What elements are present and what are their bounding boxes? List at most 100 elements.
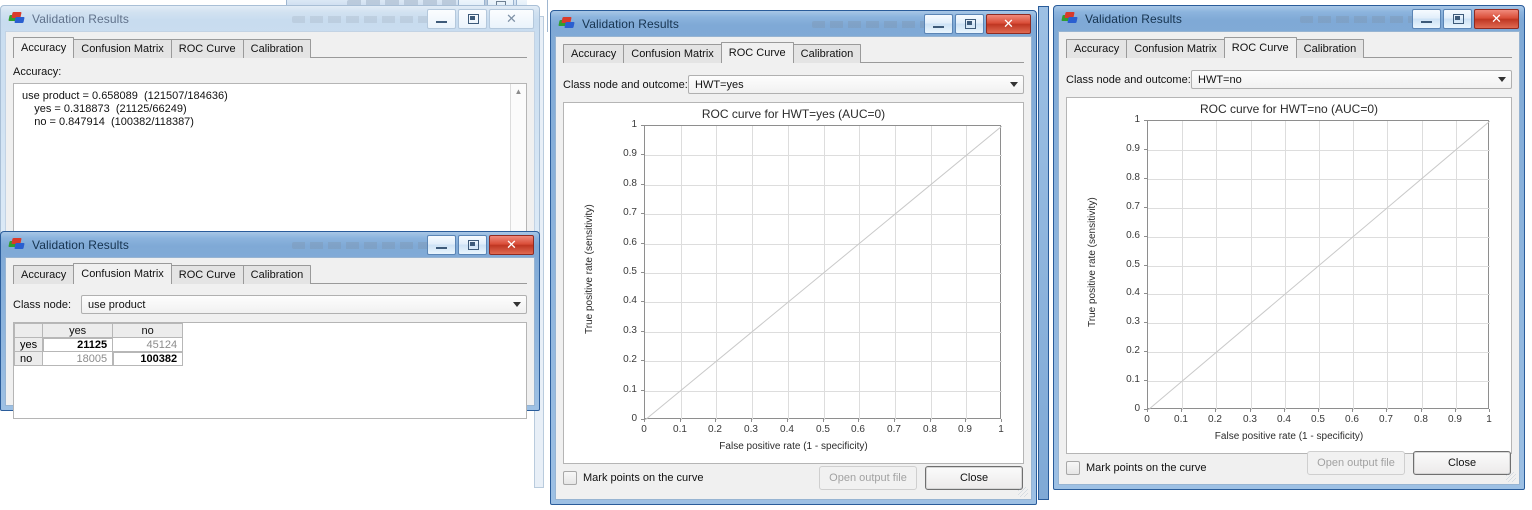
app-logo-icon [8, 12, 25, 26]
window-controls[interactable]: ✕ [427, 9, 534, 29]
tab-roc-curve[interactable]: ROC Curve [1223, 37, 1297, 59]
button-bar-roc-yes[interactable]: Open output file Close [819, 466, 1023, 490]
scroll-up-icon[interactable]: ▲ [511, 84, 526, 99]
titlebar-roc-no-window[interactable]: Validation Results ✕ [1055, 7, 1523, 31]
x-axis-label: False positive rate (1 - specificity) [719, 441, 868, 452]
tab-calibration[interactable]: Calibration [1295, 39, 1365, 58]
chart-plot-area [644, 125, 1002, 420]
maximize-button[interactable] [458, 9, 487, 29]
class-node-outcome-value: HWT=no [1198, 73, 1242, 86]
chevron-down-icon[interactable] [1498, 77, 1506, 82]
resize-grip[interactable] [1018, 487, 1028, 497]
y-tick-mark [641, 390, 644, 391]
y-tick-mark [641, 331, 644, 332]
class-node-outcome-row: Class node and outcome: HWT=yes [563, 75, 1024, 94]
tab-calibration[interactable]: Calibration [242, 265, 312, 284]
window-controls[interactable]: ✕ [924, 14, 1031, 34]
x-tick-mark [1215, 409, 1216, 412]
y-tick-label: 0.3 [623, 325, 637, 336]
maximize-button[interactable] [1443, 9, 1472, 29]
app-logo-icon [558, 17, 575, 31]
maximize-button[interactable] [955, 14, 984, 34]
class-node-outcome-dropdown[interactable]: HWT=no [1191, 70, 1512, 89]
tab-accuracy[interactable]: Accuracy [13, 265, 75, 284]
maximize-button[interactable] [458, 235, 487, 255]
close-button-roc-yes[interactable]: Close [925, 466, 1023, 490]
x-tick-label: 0.1 [673, 424, 687, 435]
tab-confusion-matrix[interactable]: Confusion Matrix [1126, 39, 1225, 58]
x-tick-mark [965, 419, 966, 422]
titlebar-roc-yes-window[interactable]: Validation Results ✕ [552, 12, 1035, 36]
panel-accuracy: Accuracy: use product = 0.658089 (121507… [13, 58, 527, 240]
y-tick-label: 1 [631, 119, 637, 130]
tab-calibration[interactable]: Calibration [242, 39, 312, 58]
window-validation-results-roc-yes[interactable]: Validation Results ✕ Accuracy Confusion … [550, 10, 1037, 505]
close-icon: ✕ [506, 237, 517, 252]
tabbar-accuracy-window[interactable]: Accuracy Confusion Matrix ROC Curve Cali… [13, 37, 527, 59]
cell-no-no: 100382 [113, 352, 184, 366]
tab-accuracy[interactable]: Accuracy [13, 37, 75, 59]
minimize-button[interactable] [1412, 9, 1441, 29]
window-validation-results-accuracy[interactable]: Validation Results ✕ Accuracy Confusion … [0, 5, 540, 240]
titlebar-confusion-window[interactable]: Validation Results ✕ [2, 233, 538, 257]
class-node-outcome-dropdown[interactable]: HWT=yes [688, 75, 1024, 94]
table-header-row: yes no [14, 323, 184, 338]
accuracy-scrollbar[interactable]: ▲ [510, 84, 526, 239]
x-tick-label: 0.6 [851, 424, 865, 435]
window-controls[interactable]: ✕ [1412, 9, 1519, 29]
y-tick-mark [641, 154, 644, 155]
resize-grip[interactable] [1506, 472, 1516, 482]
close-button[interactable]: ✕ [1474, 9, 1519, 29]
y-tick-label: 0.9 [623, 148, 637, 159]
tab-roc-curve[interactable]: ROC Curve [170, 265, 244, 284]
x-tick-mark [1284, 409, 1285, 412]
close-button-roc-no[interactable]: Close [1413, 451, 1511, 475]
y-tick-mark [641, 184, 644, 185]
tab-accuracy[interactable]: Accuracy [563, 44, 625, 63]
window-controls[interactable]: ✕ [427, 235, 534, 255]
mark-points-checkbox[interactable] [563, 471, 577, 485]
close-button[interactable]: ✕ [489, 9, 534, 29]
tabbar-confusion-window[interactable]: Accuracy Confusion Matrix ROC Curve Cali… [13, 263, 527, 285]
open-output-file-button[interactable]: Open output file [1307, 451, 1405, 475]
tab-confusion-matrix[interactable]: Confusion Matrix [73, 263, 172, 285]
x-tick-mark [894, 419, 895, 422]
y-tick-label: 0.7 [623, 207, 637, 218]
close-button[interactable]: ✕ [986, 14, 1031, 34]
tabbar-roc-yes-window[interactable]: Accuracy Confusion Matrix ROC Curve Cali… [563, 42, 1024, 64]
minimize-button[interactable] [924, 14, 953, 34]
y-tick-mark [1144, 207, 1147, 208]
mark-points-checkbox[interactable] [1066, 461, 1080, 475]
tab-confusion-matrix[interactable]: Confusion Matrix [623, 44, 722, 63]
close-button[interactable]: ✕ [489, 235, 534, 255]
tab-calibration[interactable]: Calibration [792, 44, 862, 63]
x-axis-label: False positive rate (1 - specificity) [1214, 431, 1364, 442]
x-tick-label: 0.3 [1243, 414, 1257, 425]
y-tick-mark [641, 213, 644, 214]
chevron-down-icon[interactable] [513, 302, 521, 307]
accuracy-results-textarea[interactable]: use product = 0.658089 (121507/184636) y… [13, 83, 527, 240]
class-node-dropdown[interactable]: use product [81, 295, 527, 314]
panel-confusion-matrix: Class node: use product yes no yes 21125… [13, 284, 527, 419]
client-area-confusion: Accuracy Confusion Matrix ROC Curve Cali… [5, 257, 535, 419]
titlebar-accuracy-window[interactable]: Validation Results ✕ [2, 7, 538, 31]
open-output-file-button[interactable]: Open output file [819, 466, 917, 490]
minimize-button[interactable] [427, 9, 456, 29]
y-tick-mark [641, 243, 644, 244]
chevron-down-icon[interactable] [1010, 82, 1018, 87]
button-bar-roc-no[interactable]: Open output file Close [1307, 451, 1511, 475]
chart-series-line [1148, 121, 1490, 410]
tab-confusion-matrix[interactable]: Confusion Matrix [73, 39, 172, 58]
tab-roc-curve[interactable]: ROC Curve [170, 39, 244, 58]
y-tick-label: 0.5 [623, 266, 637, 277]
window-title: Validation Results [32, 238, 129, 252]
window-validation-results-roc-no[interactable]: Validation Results ✕ Accuracy Confusion … [1053, 5, 1525, 490]
minimize-button[interactable] [427, 235, 456, 255]
tab-accuracy[interactable]: Accuracy [1066, 39, 1128, 58]
y-tick-mark [1144, 120, 1147, 121]
x-tick-label: 0.7 [1379, 414, 1393, 425]
window-validation-results-confusion[interactable]: Validation Results ✕ Accuracy Confusion … [0, 231, 540, 419]
x-tick-mark [644, 419, 645, 422]
tab-roc-curve[interactable]: ROC Curve [720, 42, 794, 64]
tabbar-roc-no-window[interactable]: Accuracy Confusion Matrix ROC Curve Cali… [1066, 37, 1512, 59]
